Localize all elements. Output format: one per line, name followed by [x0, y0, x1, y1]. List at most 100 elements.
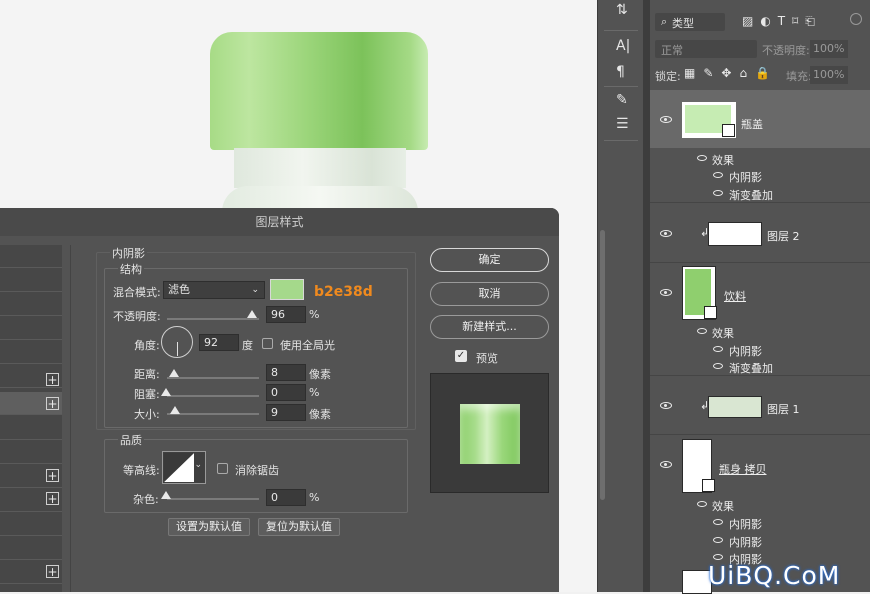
opacity-slider-track[interactable]: [167, 318, 259, 320]
layer-name[interactable]: 饮料: [724, 288, 746, 304]
contour-picker[interactable]: ⌄: [162, 451, 206, 484]
add-style-icon[interactable]: +: [46, 565, 59, 578]
eye-icon[interactable]: [697, 328, 707, 334]
effect-item[interactable]: 内阴影: [729, 169, 762, 185]
eye-icon[interactable]: [713, 554, 723, 560]
add-style-icon[interactable]: +: [46, 397, 59, 410]
filter-icons[interactable]: ▨◐T⌑⎗: [742, 14, 822, 29]
contour-label: 等高线:: [123, 464, 160, 477]
angle-input[interactable]: 92: [199, 334, 239, 351]
eye-icon[interactable]: [713, 190, 723, 196]
layer-name[interactable]: 瓶身 拷贝: [719, 461, 767, 477]
bottle-cap-artwork: [210, 32, 428, 150]
effect-item[interactable]: 渐变叠加: [729, 187, 773, 203]
adjustments-icon[interactable]: ☰: [616, 116, 629, 132]
style-list-item[interactable]: [0, 537, 62, 560]
fill-input[interactable]: 100%: [810, 66, 848, 84]
global-light-checkbox[interactable]: [262, 338, 273, 349]
noise-input[interactable]: 0: [266, 489, 306, 506]
style-list-item[interactable]: [0, 417, 62, 440]
eye-icon[interactable]: [697, 155, 707, 161]
style-list-item[interactable]: [0, 341, 62, 364]
contour-preview-icon: [164, 453, 194, 482]
style-list-item[interactable]: [0, 293, 62, 316]
style-list-item[interactable]: [0, 441, 62, 464]
effect-item[interactable]: 内阴影: [729, 343, 762, 359]
effects-label: 效果: [712, 500, 734, 513]
choke-slider-thumb[interactable]: [161, 388, 171, 396]
kind-filter[interactable]: ⌕ 类型: [655, 13, 725, 31]
size-input[interactable]: 9: [266, 404, 306, 421]
opacity-slider-thumb[interactable]: [247, 310, 257, 318]
layer-name[interactable]: 图层 1: [767, 401, 800, 417]
set-default-button[interactable]: 设置为默认值: [168, 518, 250, 536]
effects-badge-icon: [704, 306, 717, 319]
add-style-icon[interactable]: +: [46, 492, 59, 505]
effect-item[interactable]: 内阴影: [729, 516, 762, 532]
noise-label: 杂色:: [133, 493, 159, 506]
new-style-button[interactable]: 新建样式...: [430, 315, 549, 339]
eye-icon[interactable]: [713, 363, 723, 369]
dialog-title: 图层样式: [0, 208, 559, 236]
angle-dial[interactable]: [161, 326, 193, 358]
style-list-item[interactable]: [0, 269, 62, 292]
eye-icon[interactable]: [713, 346, 723, 352]
size-slider-thumb[interactable]: [170, 406, 180, 414]
lock-label: 锁定:: [655, 70, 681, 83]
blend-mode-select[interactable]: 正常: [655, 40, 757, 58]
blend-mode-select[interactable]: 滤色 ⌄: [163, 281, 265, 299]
layer-opacity-input[interactable]: 100%: [810, 40, 848, 58]
distance-slider-thumb[interactable]: [169, 369, 179, 377]
distance-input[interactable]: 8: [266, 364, 306, 381]
color-hex-annotation: b2e38d: [314, 284, 373, 300]
eye-icon[interactable]: [697, 501, 707, 507]
layer-name[interactable]: 图层 2: [767, 228, 800, 244]
choke-unit: %: [309, 386, 320, 399]
noise-slider-thumb[interactable]: [161, 491, 171, 499]
size-slider-track[interactable]: [167, 413, 259, 415]
size-unit: 像素: [309, 408, 331, 421]
distance-slider-track[interactable]: [167, 377, 259, 379]
bottle-neck-artwork: [234, 148, 406, 188]
opacity-input[interactable]: 96: [266, 306, 306, 323]
ok-button[interactable]: 确定: [430, 248, 549, 272]
brush-icon[interactable]: ✎: [616, 92, 628, 108]
style-list: [0, 245, 62, 592]
lock-icons[interactable]: ▦✎✥⌂🔒: [684, 66, 778, 80]
eye-icon[interactable]: [660, 289, 672, 296]
eye-icon[interactable]: [660, 402, 672, 409]
eye-icon[interactable]: [660, 230, 672, 237]
eye-icon[interactable]: [713, 537, 723, 543]
character-icon[interactable]: A|: [616, 38, 630, 54]
add-style-icon[interactable]: +: [46, 373, 59, 386]
layer-name[interactable]: 瓶盖: [741, 116, 763, 132]
divider: [70, 245, 71, 592]
noise-slider-track[interactable]: [167, 498, 259, 500]
effect-item[interactable]: 渐变叠加: [729, 360, 773, 376]
reset-default-button[interactable]: 复位为默认值: [258, 518, 340, 536]
style-list-item[interactable]: [0, 317, 62, 340]
eye-icon[interactable]: [713, 172, 723, 178]
kind-filter-label: 类型: [672, 17, 694, 30]
shadow-color-swatch[interactable]: [270, 279, 304, 300]
style-list-item[interactable]: [0, 513, 62, 536]
eye-icon[interactable]: [660, 116, 672, 123]
eye-icon[interactable]: [660, 461, 672, 468]
chevron-down-icon: ⌄: [251, 285, 259, 295]
cancel-button[interactable]: 取消: [430, 282, 549, 306]
angle-label: 角度:: [134, 339, 160, 352]
scrollbar[interactable]: [600, 230, 605, 500]
paragraph-icon[interactable]: ¶: [616, 64, 625, 80]
eye-icon[interactable]: [713, 519, 723, 525]
choke-input[interactable]: 0: [266, 384, 306, 401]
add-style-icon[interactable]: +: [46, 469, 59, 482]
preview-checkbox[interactable]: ✓: [455, 350, 467, 362]
antialias-checkbox[interactable]: [217, 463, 228, 474]
history-icon[interactable]: ⇅: [616, 2, 628, 18]
chevron-down-icon: ⌄: [194, 460, 202, 470]
quality-label: 品质: [118, 432, 144, 448]
style-list-item[interactable]: [0, 245, 62, 268]
effect-item[interactable]: 内阴影: [729, 534, 762, 550]
filter-toggle-icon[interactable]: [850, 13, 862, 25]
choke-slider-track[interactable]: [167, 395, 259, 397]
